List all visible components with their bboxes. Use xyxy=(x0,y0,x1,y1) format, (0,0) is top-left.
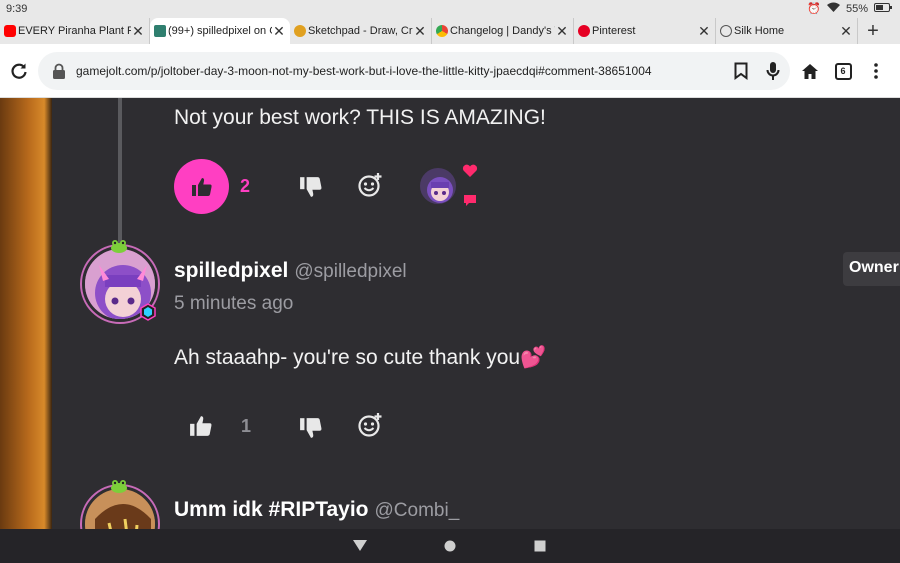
url-text: gamejolt.com/p/joltober-day-3-moon-not-m… xyxy=(76,64,652,78)
owner-badge: Owner xyxy=(843,252,900,286)
post-image-edge xyxy=(0,98,52,529)
lock-icon xyxy=(53,63,65,79)
like-button[interactable] xyxy=(174,159,229,214)
microphone-icon xyxy=(766,62,780,80)
comment-timestamp[interactable]: 5 minutes ago xyxy=(174,293,293,315)
tab-sketchpad[interactable]: Sketchpad - Draw, Crea ✕ xyxy=(290,18,432,44)
frog-badge-icon xyxy=(111,480,127,493)
voice-search-button[interactable] xyxy=(760,58,786,84)
close-tab-icon[interactable]: ✕ xyxy=(413,23,427,40)
tab-switcher-button[interactable]: 6 xyxy=(830,58,856,84)
pinterest-icon xyxy=(578,25,590,37)
comment-author[interactable]: spilledpixel @spilledpixel xyxy=(174,259,407,283)
reload-button[interactable] xyxy=(6,58,32,84)
thread-line xyxy=(118,98,122,253)
close-tab-icon[interactable]: ✕ xyxy=(555,23,569,40)
tab-changelog[interactable]: Changelog | Dandy's W ✕ xyxy=(432,18,574,44)
op-reaction-avatar xyxy=(418,166,458,206)
gamejolt-icon xyxy=(154,25,166,37)
status-bar: 9:39 ⏰ 55% xyxy=(0,0,900,18)
comment-author[interactable]: Umm idk #RIPTayio @Combi_ xyxy=(174,498,459,522)
tab-count: 6 xyxy=(834,62,852,80)
address-bar[interactable]: gamejolt.com/p/joltober-day-3-moon-not-m… xyxy=(38,52,790,90)
two-hearts-emoji: 💕 xyxy=(520,346,547,369)
close-tab-icon[interactable]: ✕ xyxy=(839,23,853,40)
browser-toolbar: gamejolt.com/p/joltober-day-3-moon-not-m… xyxy=(0,44,900,98)
heart-icon xyxy=(462,164,478,177)
thumbs-up-icon xyxy=(191,177,212,196)
comment-text: Not your best work? THIS IS AMAZING! xyxy=(174,106,546,129)
frog-badge-icon xyxy=(111,240,127,253)
author-handle[interactable]: @Combi_ xyxy=(375,500,460,521)
like-count: 2 xyxy=(240,176,251,196)
tab-gamejolt[interactable]: (99+) spilledpixel on G ✕ xyxy=(150,18,290,44)
like-count: 1 xyxy=(241,416,252,436)
add-reaction-icon[interactable] xyxy=(357,172,383,198)
tab-pinterest[interactable]: Pinterest ✕ xyxy=(574,18,716,44)
reload-icon xyxy=(11,63,27,79)
comment-text: Ah staaahp- you're so cute thank you💕 xyxy=(174,346,546,370)
status-time: 9:39 xyxy=(6,3,28,15)
recents-icon[interactable] xyxy=(534,540,546,552)
menu-button[interactable] xyxy=(863,58,889,84)
comment-bubble-icon xyxy=(464,195,476,206)
wifi-icon xyxy=(826,2,840,15)
alarm-icon: ⏰ xyxy=(807,3,821,15)
youtube-icon xyxy=(4,25,16,37)
more-vert-icon xyxy=(874,63,878,79)
home-nav-icon[interactable] xyxy=(444,540,456,552)
home-icon xyxy=(802,63,818,79)
bookmark-icon xyxy=(734,62,748,80)
tab-silk-home[interactable]: Silk Home ✕ xyxy=(716,18,858,44)
page-content: Not your best work? THIS IS AMAZING! 2 s… xyxy=(0,98,900,529)
author-name[interactable]: Umm idk #RIPTayio xyxy=(174,498,369,521)
chrome-icon xyxy=(436,25,448,37)
battery-percent: 55% xyxy=(845,2,868,15)
thumbs-down-icon[interactable] xyxy=(299,175,323,199)
tab-youtube[interactable]: EVERY Piranha Plant F ✕ xyxy=(0,18,150,44)
home-button[interactable] xyxy=(797,58,823,84)
close-tab-icon[interactable]: ✕ xyxy=(131,23,145,40)
new-tab-button[interactable]: + xyxy=(858,18,888,44)
author-handle[interactable]: @spilledpixel xyxy=(294,261,406,282)
sketchpad-icon xyxy=(294,25,306,37)
globe-icon xyxy=(720,25,732,37)
thumbs-up-icon[interactable] xyxy=(189,414,213,438)
system-nav-bar xyxy=(0,529,900,563)
close-tab-icon[interactable]: ✕ xyxy=(697,23,711,40)
bookmark-button[interactable] xyxy=(728,58,754,84)
author-name[interactable]: spilledpixel xyxy=(174,259,288,282)
tab-strip: EVERY Piranha Plant F ✕ (99+) spilledpix… xyxy=(0,18,900,44)
verified-badge-icon xyxy=(140,303,156,321)
comment-body: Ah staaahp- you're so cute thank you xyxy=(174,346,521,369)
back-icon[interactable] xyxy=(353,540,367,551)
close-tab-icon[interactable]: ✕ xyxy=(272,23,286,40)
battery-icon xyxy=(874,2,892,15)
add-reaction-icon[interactable] xyxy=(357,412,383,438)
thumbs-down-icon[interactable] xyxy=(299,416,323,440)
